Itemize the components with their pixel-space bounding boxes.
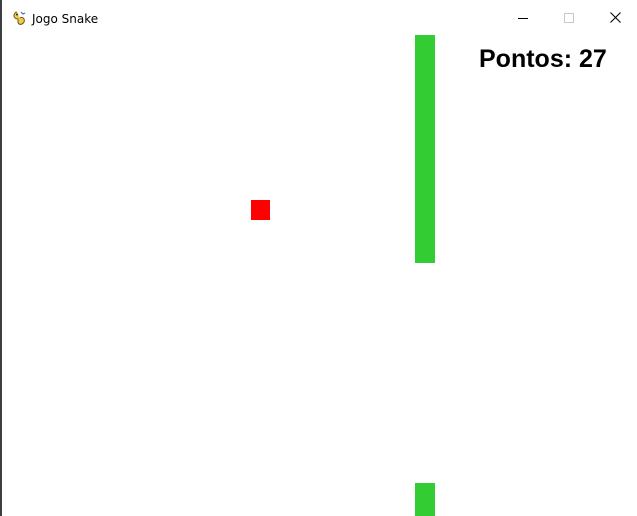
- window-title: Jogo Snake: [32, 12, 99, 26]
- close-icon: [609, 12, 621, 23]
- minimize-button[interactable]: [500, 0, 546, 35]
- title-bar[interactable]: Jogo Snake: [2, 0, 637, 35]
- maximize-icon: [564, 12, 574, 23]
- food-item: [251, 200, 270, 220]
- snake-body-segment: [415, 35, 435, 263]
- close-button[interactable]: [592, 0, 637, 35]
- game-window: Jogo Snake Pontos: 27: [0, 0, 637, 516]
- snake-body-segment-wrapped: [415, 483, 435, 516]
- maximize-button[interactable]: [546, 0, 592, 35]
- game-canvas[interactable]: Pontos: 27: [2, 35, 637, 516]
- minimize-icon: [518, 17, 528, 19]
- pygame-snake-icon: [12, 10, 28, 26]
- score-label: Pontos: 27: [479, 45, 607, 73]
